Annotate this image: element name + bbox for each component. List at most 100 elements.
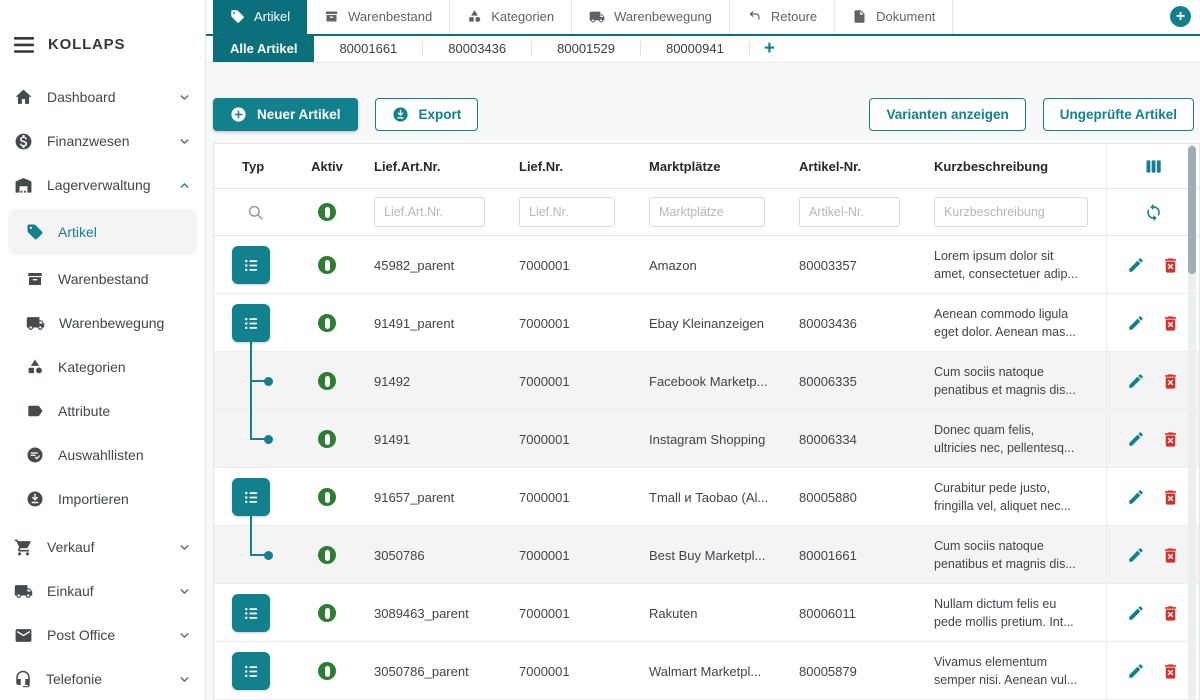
marktplaetze-value: Rakuten	[633, 606, 783, 621]
column-header-lief-nr[interactable]: Lief.Nr.	[503, 159, 633, 174]
edit-button[interactable]	[1127, 314, 1145, 332]
delete-button[interactable]	[1161, 372, 1180, 391]
tab-retoure[interactable]: Retoure	[730, 0, 835, 34]
record-tab[interactable]: 80000941	[641, 36, 749, 62]
lief-nr-value: 7000001	[503, 664, 633, 679]
column-settings-button[interactable]	[1143, 156, 1164, 177]
table-row[interactable]: 45982_parent 7000001 Amazon 80003357 Lor…	[214, 236, 1199, 294]
expand-children-button[interactable]	[232, 304, 270, 342]
table-row[interactable]: 91657_parent 7000001 Tmall и Taobao (Al.…	[214, 468, 1199, 526]
delete-button[interactable]	[1161, 488, 1180, 507]
brand-logo: KOLLAPS	[48, 36, 125, 53]
table-row[interactable]: 91491 7000001 Instagram Shopping 8000633…	[214, 410, 1199, 468]
sidebar-item-einkauf[interactable]: Einkauf	[0, 569, 205, 613]
table-row[interactable]: 91491_parent 7000001 Ebay Kleinanzeigen …	[214, 294, 1199, 352]
chevron-down-icon	[178, 585, 191, 598]
refresh-button[interactable]	[1144, 203, 1163, 222]
table-row[interactable]: 3050786 7000001 Best Buy Marketpl... 800…	[214, 526, 1199, 584]
return-icon	[747, 9, 762, 24]
add-module-tab-button[interactable]: +	[1170, 6, 1191, 27]
expand-children-button[interactable]	[232, 478, 270, 516]
filter-marktplaetze-input[interactable]	[649, 197, 765, 227]
edit-button[interactable]	[1127, 546, 1145, 564]
menu-hamburger-icon[interactable]	[14, 37, 34, 53]
sidebar-item-importieren[interactable]: Importieren	[0, 477, 205, 521]
edit-button[interactable]	[1127, 662, 1145, 680]
sidebar-item-attribute[interactable]: Attribute	[0, 389, 205, 433]
table-row[interactable]: 91492 7000001 Facebook Marketp... 800063…	[214, 352, 1199, 410]
sidebar-item-lagerverwaltung[interactable]: Lagerverwaltung	[0, 163, 205, 207]
filter-lief-nr-input[interactable]	[519, 197, 615, 227]
column-header-lief-art-nr[interactable]: Lief.Art.Nr.	[358, 159, 503, 174]
export-button[interactable]: Export	[375, 98, 479, 131]
chevron-down-icon	[178, 541, 191, 554]
record-tab[interactable]: 80003436	[423, 36, 531, 62]
record-tab[interactable]: 80001661	[314, 36, 422, 62]
add-record-tab-button[interactable]: +	[750, 36, 789, 62]
sidebar-item-warenbestand[interactable]: Warenbestand	[0, 257, 205, 301]
tab-kategorien[interactable]: Kategorien	[450, 0, 572, 34]
column-header-aktiv[interactable]: Aktiv	[296, 159, 358, 174]
sidebar-item-artikel[interactable]: Artikel	[8, 209, 197, 255]
sidebar-item-dashboard[interactable]: Dashboard	[0, 75, 205, 119]
delete-button[interactable]	[1161, 604, 1180, 623]
expand-children-button[interactable]	[232, 246, 270, 284]
sidebar-item-kategorien[interactable]: Kategorien	[0, 345, 205, 389]
lief-nr-value: 7000001	[503, 316, 633, 331]
active-toggle-icon[interactable]	[318, 488, 336, 506]
active-toggle-icon[interactable]	[318, 546, 336, 564]
chevron-down-icon	[178, 91, 191, 104]
expand-children-button[interactable]	[232, 594, 270, 632]
category-icon	[26, 358, 44, 376]
new-article-button[interactable]: Neuer Artikel	[213, 98, 358, 131]
active-toggle-icon[interactable]	[318, 372, 336, 390]
app-window: KOLLAPS Dashboard Finanzwesen Lagerverwa…	[0, 0, 1200, 700]
main-area: Artikel Warenbestand Kategorien Warenbew…	[206, 0, 1200, 700]
sidebar-item-auswahllisten[interactable]: Auswahllisten	[0, 433, 205, 477]
edit-button[interactable]	[1127, 372, 1145, 390]
column-header-kurzbeschreibung[interactable]: Kurzbeschreibung	[918, 159, 1106, 174]
active-toggle-icon[interactable]	[318, 430, 336, 448]
record-tab-alle-artikel[interactable]: Alle Artikel	[213, 36, 314, 62]
edit-button[interactable]	[1127, 488, 1145, 506]
filter-lief-art-nr-input[interactable]	[374, 197, 485, 227]
plus-circle-icon	[230, 106, 247, 123]
trash-icon	[1161, 314, 1180, 333]
column-header-marktplaetze[interactable]: Marktplätze	[633, 159, 783, 174]
active-filter-toggle[interactable]	[318, 203, 336, 221]
delete-button[interactable]	[1161, 546, 1180, 565]
filter-artikel-nr-input[interactable]	[799, 197, 900, 227]
column-header-typ[interactable]: Typ	[214, 159, 296, 174]
delete-button[interactable]	[1161, 662, 1180, 681]
table-row[interactable]: 3089463_parent 7000001 Rakuten 80006011 …	[214, 584, 1199, 642]
sidebar-item-warenbewegung[interactable]: Warenbewegung	[0, 301, 205, 345]
record-tab[interactable]: 80001529	[532, 36, 640, 62]
lief-art-nr-value: 91491	[358, 432, 503, 447]
column-header-artikel-nr[interactable]: Artikel-Nr.	[783, 159, 918, 174]
sidebar-item-verkauf[interactable]: Verkauf	[0, 525, 205, 569]
active-toggle-icon[interactable]	[318, 604, 336, 622]
sidebar-item-telefonie[interactable]: Telefonie	[0, 657, 205, 700]
scrollbar-thumb[interactable]	[1188, 146, 1196, 274]
delete-button[interactable]	[1161, 314, 1180, 333]
edit-button[interactable]	[1127, 430, 1145, 448]
show-variants-button[interactable]: Varianten anzeigen	[869, 98, 1025, 131]
edit-button[interactable]	[1127, 604, 1145, 622]
sidebar-item-finanzwesen[interactable]: Finanzwesen	[0, 119, 205, 163]
sidebar-item-post-office[interactable]: Post Office	[0, 613, 205, 657]
delete-button[interactable]	[1161, 430, 1180, 449]
tab-warenbestand[interactable]: Warenbestand	[307, 0, 450, 34]
unchecked-articles-button[interactable]: Ungeprüfte Artikel	[1043, 98, 1194, 131]
delete-button[interactable]	[1161, 256, 1180, 275]
edit-button[interactable]	[1127, 256, 1145, 274]
tab-warenbewegung[interactable]: Warenbewegung	[572, 0, 730, 34]
filter-kurzbeschreibung-input[interactable]	[934, 197, 1088, 227]
lief-art-nr-value: 45982_parent	[358, 258, 503, 273]
tab-dokument[interactable]: Dokument	[835, 0, 953, 34]
active-toggle-icon[interactable]	[318, 662, 336, 680]
tab-artikel[interactable]: Artikel	[213, 0, 307, 34]
expand-children-button[interactable]	[232, 652, 270, 690]
active-toggle-icon[interactable]	[318, 314, 336, 332]
active-toggle-icon[interactable]	[318, 256, 336, 274]
table-row[interactable]: 3050786_parent 7000001 Walmart Marketpl.…	[214, 642, 1199, 700]
